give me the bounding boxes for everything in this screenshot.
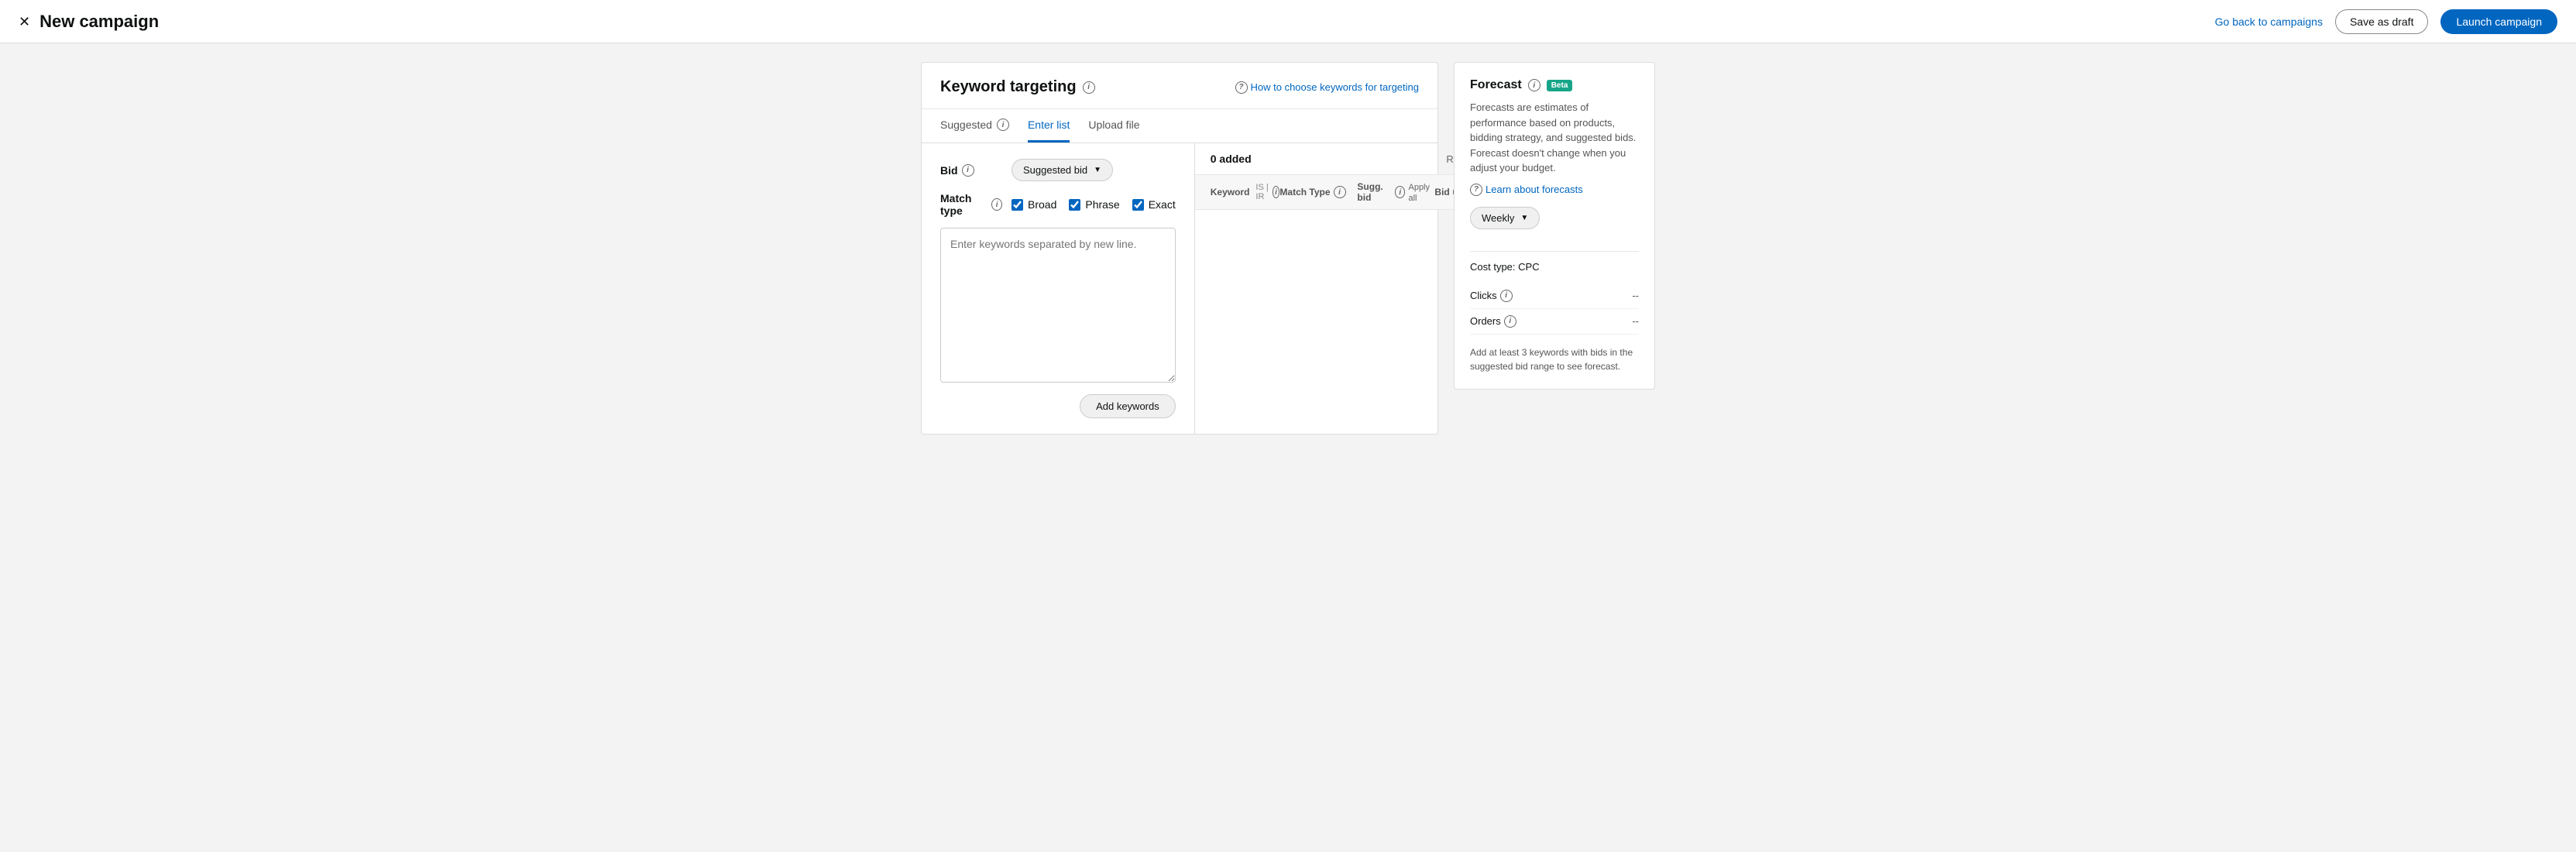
keyword-targeting-info-icon[interactable]: i <box>1083 81 1095 94</box>
app-header: ✕ New campaign Go back to campaigns Save… <box>0 0 2576 43</box>
exact-checkbox-item[interactable]: Exact <box>1132 198 1176 211</box>
phrase-label: Phrase <box>1085 198 1119 211</box>
cost-type-row: Cost type: CPC <box>1470 261 1639 273</box>
checkbox-group: Broad Phrase Exact <box>1012 198 1176 211</box>
keyword-targeting-card: Keyword targeting i ? How to choose keyw… <box>921 62 1438 435</box>
card-title: Keyword targeting <box>940 78 1077 96</box>
tab-suggested[interactable]: Suggested i <box>940 109 1009 143</box>
cost-type-label: Cost type: CPC <box>1470 261 1540 273</box>
orders-label-group: Orders i <box>1470 315 1516 328</box>
orders-info-icon[interactable]: i <box>1504 315 1516 328</box>
exact-label: Exact <box>1149 198 1176 211</box>
close-icon[interactable]: ✕ <box>19 15 30 29</box>
enter-list-panel: Bid i Suggested bid ▼ Match type i <box>922 143 1194 434</box>
forecast-divider <box>1470 251 1639 252</box>
tab-suggested-info-icon[interactable]: i <box>997 119 1009 131</box>
forecast-description: Forecasts are estimates of performance b… <box>1470 100 1639 176</box>
phrase-checkbox[interactable] <box>1069 199 1080 211</box>
help-link-label: How to choose keywords for targeting <box>1251 81 1420 93</box>
exact-checkbox[interactable] <box>1132 199 1144 211</box>
learn-forecasts-link[interactable]: ? Learn about forecasts <box>1470 184 1639 196</box>
forecast-note: Add at least 3 keywords with bids in the… <box>1470 345 1639 373</box>
card-header: Keyword targeting i ? How to choose keyw… <box>922 63 1437 109</box>
header-actions: Go back to campaigns Save as draft Launc… <box>2215 9 2557 34</box>
keyword-textarea[interactable] <box>940 228 1176 383</box>
forecast-info-icon[interactable]: i <box>1528 79 1540 91</box>
help-link[interactable]: ? How to choose keywords for targeting <box>1235 81 1420 94</box>
header-left: ✕ New campaign <box>19 12 2215 32</box>
bid-option-label: Suggested bid <box>1023 164 1087 176</box>
clicks-info-icon[interactable]: i <box>1500 290 1513 302</box>
go-back-link[interactable]: Go back to campaigns <box>2215 15 2323 28</box>
match-type-col-header: Match Type i <box>1279 181 1357 203</box>
weekly-dropdown[interactable]: Weekly ▼ <box>1470 207 1540 229</box>
page-title: New campaign <box>39 12 159 32</box>
main-content: Keyword targeting i ? How to choose keyw… <box>0 43 2576 453</box>
bid-info-icon[interactable]: i <box>962 164 974 177</box>
keyword-col-header: Keyword IS | IR i <box>1211 181 1280 203</box>
tab-upload-file-label: Upload file <box>1088 119 1139 131</box>
apply-all-label[interactable]: Apply all <box>1408 183 1430 203</box>
beta-badge: Beta <box>1547 80 1573 91</box>
clicks-label-group: Clicks i <box>1470 290 1513 302</box>
tab-upload-file[interactable]: Upload file <box>1088 109 1139 143</box>
tabs-bar: Suggested i Enter list Upload file <box>922 109 1437 143</box>
forecast-title: Forecast <box>1470 78 1522 92</box>
bid-label: Bid i <box>940 164 1002 177</box>
help-link-icon: ? <box>1235 81 1248 94</box>
broad-checkbox[interactable] <box>1012 199 1023 211</box>
learn-link-label: Learn about forecasts <box>1485 184 1583 195</box>
match-type-label: Match type i <box>940 192 1002 217</box>
card-title-row: Keyword targeting i <box>940 78 1095 96</box>
forecast-panel: Forecast i Beta Forecasts are estimates … <box>1454 62 1655 390</box>
sugg-bid-col-header: Sugg. bid i Apply all <box>1357 181 1434 203</box>
clicks-metric-row: Clicks i -- <box>1470 283 1639 309</box>
broad-label: Broad <box>1028 198 1056 211</box>
bid-row: Bid i Suggested bid ▼ <box>940 159 1176 181</box>
learn-link-icon: ? <box>1470 184 1482 196</box>
orders-value: -- <box>1632 315 1639 327</box>
keyword-col-info-icon[interactable]: i <box>1273 186 1280 198</box>
broad-checkbox-item[interactable]: Broad <box>1012 198 1056 211</box>
add-keywords-button[interactable]: Add keywords <box>1080 394 1176 418</box>
match-type-row: Match type i Broad Phrase <box>940 192 1176 217</box>
weekly-label: Weekly <box>1482 212 1514 224</box>
tab-suggested-label: Suggested <box>940 119 992 131</box>
orders-metric-row: Orders i -- <box>1470 309 1639 335</box>
orders-label: Orders <box>1470 315 1501 327</box>
clicks-value: -- <box>1632 290 1639 301</box>
bid-dropdown-chevron: ▼ <box>1094 166 1101 174</box>
tab-enter-list[interactable]: Enter list <box>1028 109 1070 143</box>
weekly-chevron: ▼ <box>1520 214 1528 222</box>
sugg-bid-col-info-icon[interactable]: i <box>1395 186 1405 198</box>
save-draft-button[interactable]: Save as draft <box>2335 9 2429 34</box>
clicks-label: Clicks <box>1470 290 1497 301</box>
tab-enter-list-label: Enter list <box>1028 119 1070 131</box>
bid-dropdown[interactable]: Suggested bid ▼ <box>1012 159 1113 181</box>
forecast-title-row: Forecast i Beta <box>1470 78 1639 92</box>
launch-campaign-button[interactable]: Launch campaign <box>2440 9 2557 34</box>
panel-container: Bid i Suggested bid ▼ Match type i <box>922 143 1437 434</box>
match-type-info-icon[interactable]: i <box>991 198 1002 211</box>
added-count: 0 added <box>1211 153 1252 165</box>
match-type-col-info-icon[interactable]: i <box>1334 186 1346 198</box>
content-wrapper: Keyword targeting i ? How to choose keyw… <box>908 62 1668 435</box>
phrase-checkbox-item[interactable]: Phrase <box>1069 198 1119 211</box>
